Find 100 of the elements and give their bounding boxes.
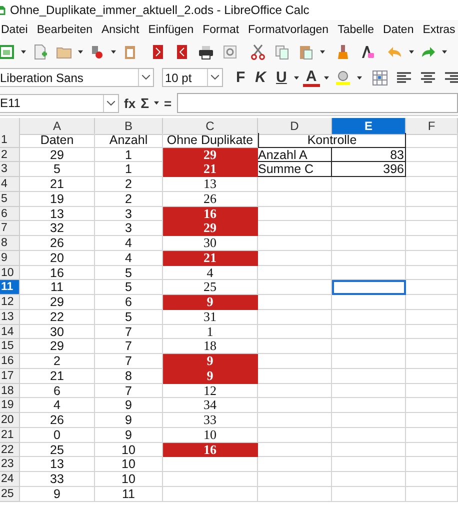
empty-cell bbox=[406, 295, 458, 310]
empty-cell bbox=[406, 457, 458, 472]
table-cell: 2 bbox=[20, 354, 95, 369]
highlight-color-icon[interactable] bbox=[334, 70, 351, 86]
redo-icon[interactable] bbox=[420, 44, 436, 60]
table-cell: 29 bbox=[20, 339, 95, 354]
copy-icon[interactable] bbox=[274, 44, 290, 60]
dropdown-icon[interactable] bbox=[154, 101, 159, 105]
row-header[interactable]: 11 bbox=[0, 280, 20, 295]
row-header[interactable]: 25 bbox=[0, 486, 20, 502]
bold-button[interactable]: F bbox=[233, 69, 248, 86]
function-wizard-button[interactable]: fx bbox=[124, 96, 136, 110]
menu-item[interactable]: Datei bbox=[1, 24, 28, 36]
dropdown-icon[interactable] bbox=[111, 50, 116, 54]
font-color-button[interactable]: A bbox=[302, 68, 320, 86]
chevron-down-icon[interactable] bbox=[211, 75, 219, 80]
dropdown-icon[interactable] bbox=[442, 50, 447, 54]
dropdown-icon[interactable] bbox=[356, 76, 362, 80]
row-header[interactable]: 1 bbox=[0, 132, 20, 148]
column-header[interactable]: D bbox=[258, 118, 332, 135]
row-header[interactable]: 2 bbox=[0, 148, 20, 162]
row-header[interactable]: 14 bbox=[0, 324, 20, 340]
table-cell: 5 bbox=[95, 266, 163, 280]
printer-icon[interactable] bbox=[198, 44, 214, 60]
column-header[interactable]: A bbox=[20, 118, 95, 135]
italic-button[interactable]: K bbox=[252, 69, 270, 86]
dropdown-icon[interactable] bbox=[294, 76, 299, 80]
dropdown-icon[interactable] bbox=[324, 76, 329, 80]
selected-cell[interactable] bbox=[332, 280, 406, 295]
save-icon[interactable] bbox=[89, 44, 105, 60]
empty-cell bbox=[406, 368, 458, 384]
spreadsheet-icon[interactable] bbox=[0, 44, 15, 60]
chevron-down-icon[interactable] bbox=[107, 100, 115, 106]
empty-cell bbox=[406, 148, 458, 162]
grid-icon[interactable] bbox=[372, 70, 388, 86]
row-header[interactable]: 22 bbox=[0, 442, 20, 458]
dropdown-icon[interactable] bbox=[21, 50, 26, 54]
menu-item[interactable]: Ansicht bbox=[101, 24, 140, 36]
row-header[interactable]: 23 bbox=[0, 457, 20, 472]
align-left-icon[interactable] bbox=[396, 70, 412, 86]
menu-item[interactable]: Einfügen bbox=[148, 24, 194, 36]
column-header[interactable]: F bbox=[406, 118, 458, 135]
row-header[interactable]: 17 bbox=[0, 368, 20, 384]
row-header[interactable]: 24 bbox=[0, 472, 20, 487]
row-header[interactable]: 9 bbox=[0, 250, 20, 266]
table-cell: 12 bbox=[163, 384, 258, 398]
row-header[interactable]: 10 bbox=[0, 266, 20, 280]
clipboard-icon[interactable] bbox=[122, 44, 138, 60]
paintbrush-icon[interactable] bbox=[335, 44, 351, 60]
clear-format-icon[interactable] bbox=[359, 44, 375, 60]
table-cell: 11 bbox=[20, 280, 95, 295]
row-header[interactable]: 16 bbox=[0, 354, 20, 369]
empty-cell bbox=[406, 250, 458, 266]
font-size-field[interactable]: 10 pt bbox=[162, 68, 223, 87]
underline-button[interactable]: U bbox=[273, 69, 290, 86]
menu-item[interactable]: Tabelle bbox=[338, 24, 374, 36]
row-header[interactable]: 13 bbox=[0, 310, 20, 324]
column-header[interactable]: C bbox=[163, 118, 258, 135]
dropdown-icon[interactable] bbox=[78, 50, 83, 54]
chevron-down-icon[interactable] bbox=[142, 75, 150, 80]
empty-cell bbox=[406, 221, 458, 236]
align-right-icon[interactable] bbox=[444, 70, 458, 86]
menu-item[interactable]: Extras bbox=[422, 24, 456, 36]
scissors-icon[interactable] bbox=[250, 44, 266, 60]
empty-cell bbox=[406, 398, 458, 413]
formula-input-field[interactable] bbox=[176, 93, 458, 113]
dropdown-icon[interactable] bbox=[320, 50, 325, 54]
new-document-icon[interactable] bbox=[32, 44, 48, 60]
formula-button[interactable]: = bbox=[164, 96, 172, 110]
row-header[interactable]: 3 bbox=[0, 162, 20, 177]
menu-item[interactable]: Formatvorlagen bbox=[248, 24, 329, 36]
row-header[interactable]: 21 bbox=[0, 428, 20, 442]
row-header[interactable]: 12 bbox=[0, 295, 20, 310]
paste-icon[interactable] bbox=[298, 44, 314, 60]
table-cell: Kontrolle bbox=[258, 132, 406, 148]
pdf-direct-icon[interactable] bbox=[174, 44, 190, 60]
sum-button[interactable]: Σ bbox=[140, 95, 149, 111]
font-name-field[interactable]: Liberation Sans bbox=[0, 68, 154, 87]
print-preview-icon[interactable] bbox=[222, 44, 238, 60]
row-header[interactable]: 6 bbox=[0, 206, 20, 222]
table-cell: 9 bbox=[20, 486, 95, 502]
row-header[interactable]: 19 bbox=[0, 398, 20, 413]
table-cell: 9 bbox=[95, 428, 163, 442]
row-header[interactable]: 8 bbox=[0, 236, 20, 251]
name-box[interactable]: E11 bbox=[0, 94, 119, 112]
column-header[interactable]: E bbox=[332, 118, 406, 135]
pdf-export-icon[interactable] bbox=[150, 44, 166, 60]
row-header[interactable]: 18 bbox=[0, 384, 20, 398]
menu-item[interactable]: Daten bbox=[383, 24, 414, 36]
menu-item[interactable]: Bearbeiten bbox=[36, 24, 92, 36]
row-header[interactable]: 20 bbox=[0, 413, 20, 428]
row-header[interactable]: 4 bbox=[0, 177, 20, 192]
dropdown-icon[interactable] bbox=[409, 50, 414, 54]
row-header[interactable]: 5 bbox=[0, 192, 20, 206]
align-center-icon[interactable] bbox=[420, 70, 436, 86]
column-header[interactable]: B bbox=[95, 118, 163, 135]
menu-item[interactable]: Format bbox=[202, 24, 240, 36]
row-header[interactable]: 15 bbox=[0, 339, 20, 354]
table-cell: 16 bbox=[163, 442, 258, 458]
row-header[interactable]: 7 bbox=[0, 221, 20, 236]
